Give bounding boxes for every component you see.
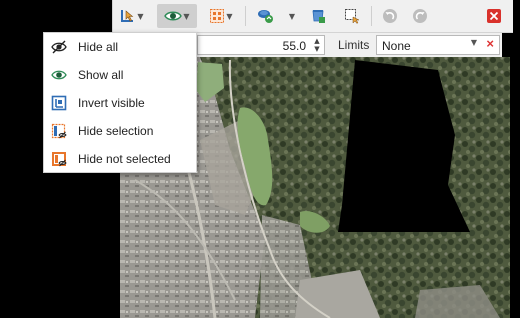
menu-item-label: Hide all	[78, 40, 119, 54]
visibility-button[interactable]: ▼	[157, 4, 197, 28]
eye-open-icon	[51, 70, 67, 80]
chevron-down-icon: ▼	[288, 11, 296, 21]
parameters-bar: 55.0 ▲ ▼ Limits None ▼ ×	[197, 33, 502, 57]
bucket-button[interactable]	[305, 4, 331, 28]
spin-down-icon[interactable]: ▼	[312, 45, 322, 53]
limits-selected-value: None	[382, 39, 411, 53]
magic-select-button[interactable]	[339, 4, 365, 28]
close-button[interactable]	[481, 4, 507, 28]
menu-item-invert-visible[interactable]: Invert visible	[44, 90, 196, 116]
magic-select-icon	[345, 9, 360, 24]
redo-icon	[413, 9, 427, 23]
eye-closed-icon	[51, 40, 67, 54]
layers-refresh-button[interactable]: ▼	[253, 4, 299, 28]
invert-visible-icon	[51, 95, 67, 111]
chevron-down-icon: ▼	[226, 11, 233, 21]
select-cursor-icon	[121, 10, 134, 22]
limits-label: Limits	[338, 38, 370, 52]
spin-buttons[interactable]: ▲ ▼	[312, 37, 322, 53]
chevron-down-icon: ▼	[137, 11, 144, 21]
limits-dropdown[interactable]: None ▼ ×	[376, 35, 500, 55]
numeric-input[interactable]: 55.0 ▲ ▼	[197, 35, 325, 55]
hide-selection-icon	[51, 123, 67, 139]
menu-item-show-all[interactable]: Show all	[44, 62, 196, 88]
redo-button[interactable]	[407, 4, 433, 28]
menu-item-label: Invert visible	[78, 96, 145, 110]
hide-not-selected-icon	[52, 152, 67, 167]
toolbar: ▼ ▼ ▼ ▼	[112, 0, 513, 33]
grid-select-icon	[210, 9, 225, 23]
numeric-value: 55.0	[282, 39, 306, 53]
grid-select-button[interactable]: ▼	[205, 4, 237, 28]
menu-item-label: Hide not selected	[78, 152, 171, 166]
menu-item-label: Hide selection	[78, 124, 154, 138]
menu-item-hide-not-selected[interactable]: Hide not selected	[44, 146, 196, 172]
eye-icon	[164, 11, 183, 21]
menu-item-hide-selection[interactable]: Hide selection	[44, 118, 196, 144]
layers-refresh-icon	[257, 10, 273, 23]
undo-button[interactable]	[377, 4, 403, 28]
chevron-down-icon[interactable]: ▼	[471, 38, 477, 47]
undo-icon	[383, 9, 397, 23]
menu-item-hide-all[interactable]: Hide all	[44, 34, 196, 60]
chevron-down-icon: ▼	[183, 11, 190, 21]
clear-icon[interactable]: ×	[486, 36, 494, 51]
bucket-icon	[312, 10, 325, 23]
visibility-menu: Hide all Show all Invert visible Hide se…	[43, 32, 197, 173]
menu-item-label: Show all	[78, 68, 124, 82]
spin-up-icon[interactable]: ▲	[312, 37, 322, 45]
close-icon	[487, 9, 501, 23]
select-tool-button[interactable]: ▼	[116, 4, 148, 28]
